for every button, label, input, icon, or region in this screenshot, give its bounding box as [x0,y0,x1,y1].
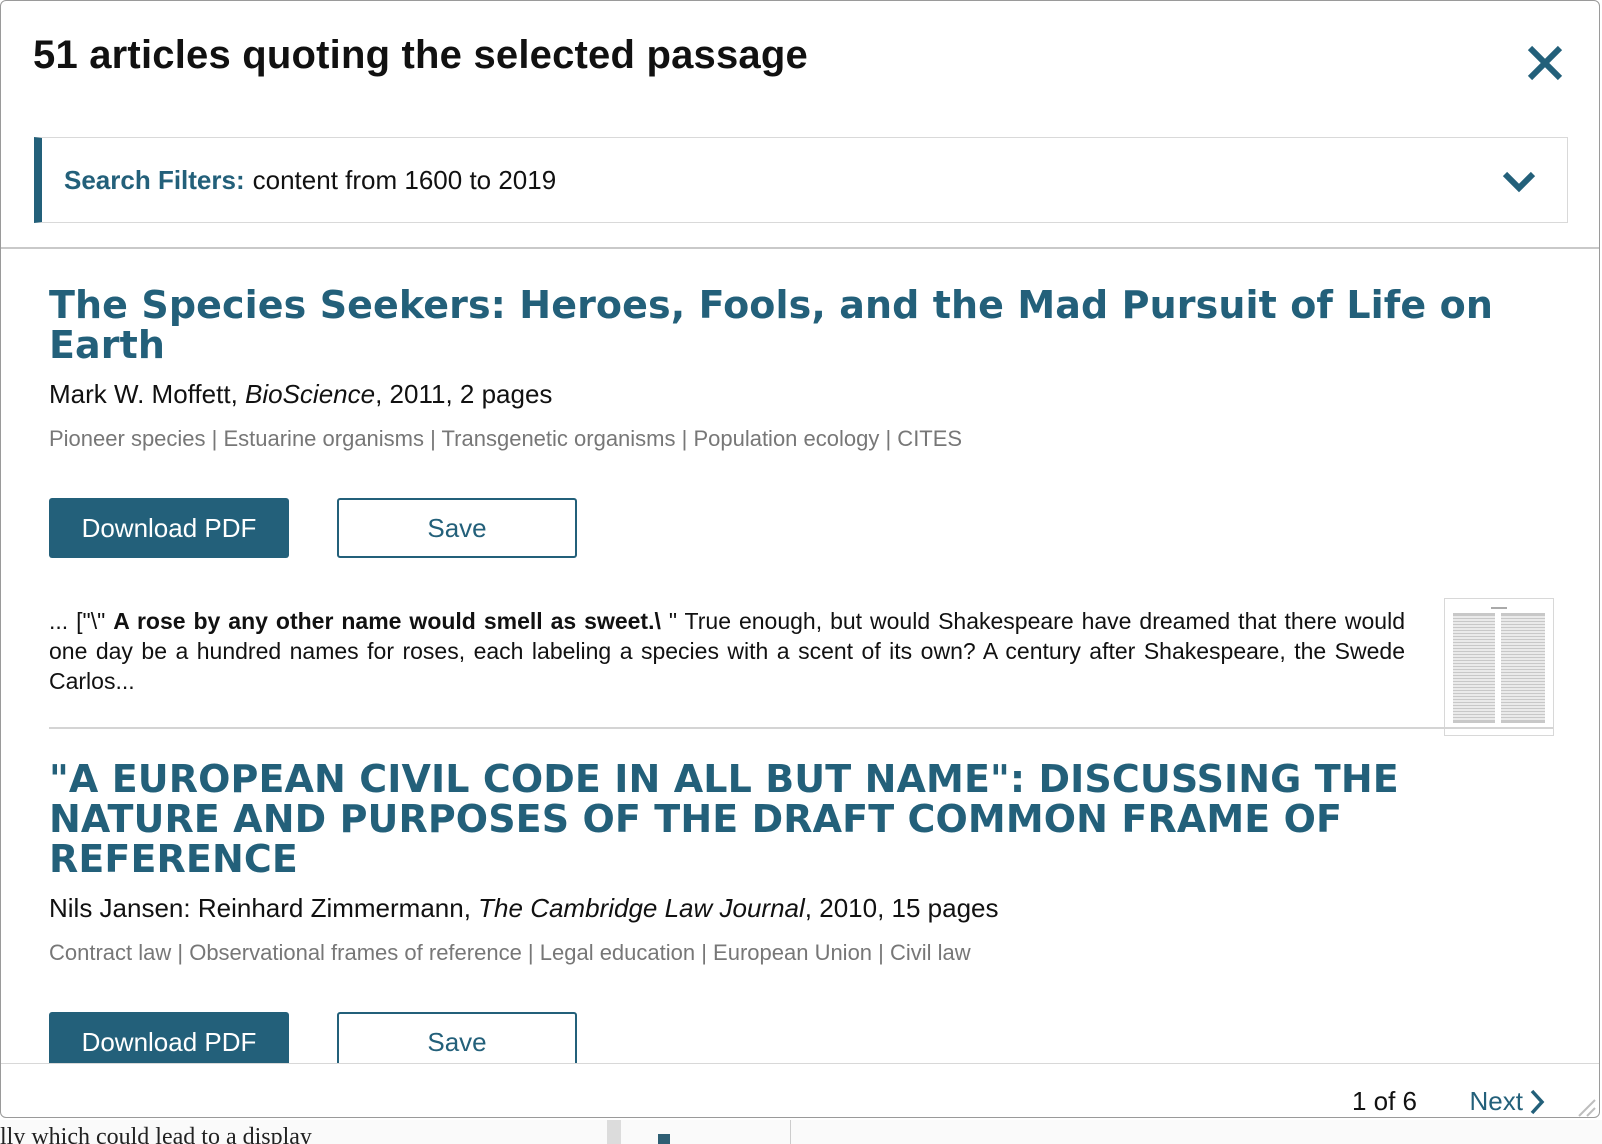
next-page-link[interactable]: Next [1470,1086,1523,1117]
search-filters-label: Search Filters: [64,164,245,195]
page-status: 1 of 6 [1351,1086,1417,1116]
download-pdf-button[interactable]: Download PDF [49,498,289,558]
article-details: , 2011, 2 pages [375,379,553,409]
article-tags: Contract law | Observational frames of r… [49,940,971,965]
article-item: The Species Seekers: Heroes, Fools, and … [49,285,1554,746]
chevron-right-icon[interactable] [1527,1088,1547,1116]
article-actions: Download PDF Save [49,498,1553,560]
article-authors: Mark W. Moffett [49,379,231,409]
search-filters-bar[interactable]: Search Filters: content from 1600 to 201… [34,137,1568,223]
results-list: The Species Seekers: Heroes, Fools, and … [1,249,1599,1063]
article-journal: BioScience [245,379,376,409]
article-snippet-row: ... ["\" A rose by any other name would … [49,598,1554,746]
modal-footer: 1 of 6 Next [1,1063,1599,1118]
article-meta: Mark W. Moffett, BioScience, 2011, 2 pag… [49,379,553,409]
chevron-down-icon[interactable] [1499,162,1539,202]
article-title[interactable]: "A EUROPEAN CIVIL CODE IN ALL BUT NAME":… [49,759,1553,879]
article-actions: Download PDF Save [49,1012,1553,1063]
article-item: "A EUROPEAN CIVIL CODE IN ALL BUT NAME":… [49,759,1553,1063]
results-divider [49,727,1553,729]
background-scrollbar [607,1120,621,1144]
article-snippet: ... ["\" A rose by any other name would … [49,608,1405,694]
article-meta: Nils Jansen: Reinhard Zimmermann, The Ca… [49,893,999,923]
background-divider [790,1120,791,1144]
save-button[interactable]: Save [337,1012,577,1063]
background-marker [658,1134,670,1144]
article-tags: Pioneer species | Estuarine organisms | … [49,426,963,451]
quoting-articles-modal: 51 articles quoting the selected passage… [0,0,1600,1118]
download-pdf-button[interactable]: Download PDF [49,1012,289,1063]
article-title[interactable]: The Species Seekers: Heroes, Fools, and … [49,285,1553,365]
article-journal: The Cambridge Law Journal [478,893,805,923]
search-filters-value: content from 1600 to 2019 [252,164,557,195]
modal-header: 51 articles quoting the selected passage… [1,1,1599,249]
article-authors: Nils Jansen: Reinhard Zimmermann [49,893,464,923]
modal-title: 51 articles quoting the selected passage [33,33,808,77]
close-button[interactable] [1519,37,1571,89]
page-thumbnail-image [1445,599,1553,735]
page-thumbnail[interactable] [1444,598,1554,736]
snippet-highlight: A rose by any other name would smell as … [113,608,661,634]
background-text: lly which could lead to a display [0,1124,312,1144]
close-icon [1527,45,1563,81]
article-details: , 2010, 15 pages [804,893,999,923]
background-page: lly which could lead to a display [0,1120,1602,1144]
save-button[interactable]: Save [337,498,577,558]
resize-grip-icon[interactable] [1575,1096,1597,1118]
